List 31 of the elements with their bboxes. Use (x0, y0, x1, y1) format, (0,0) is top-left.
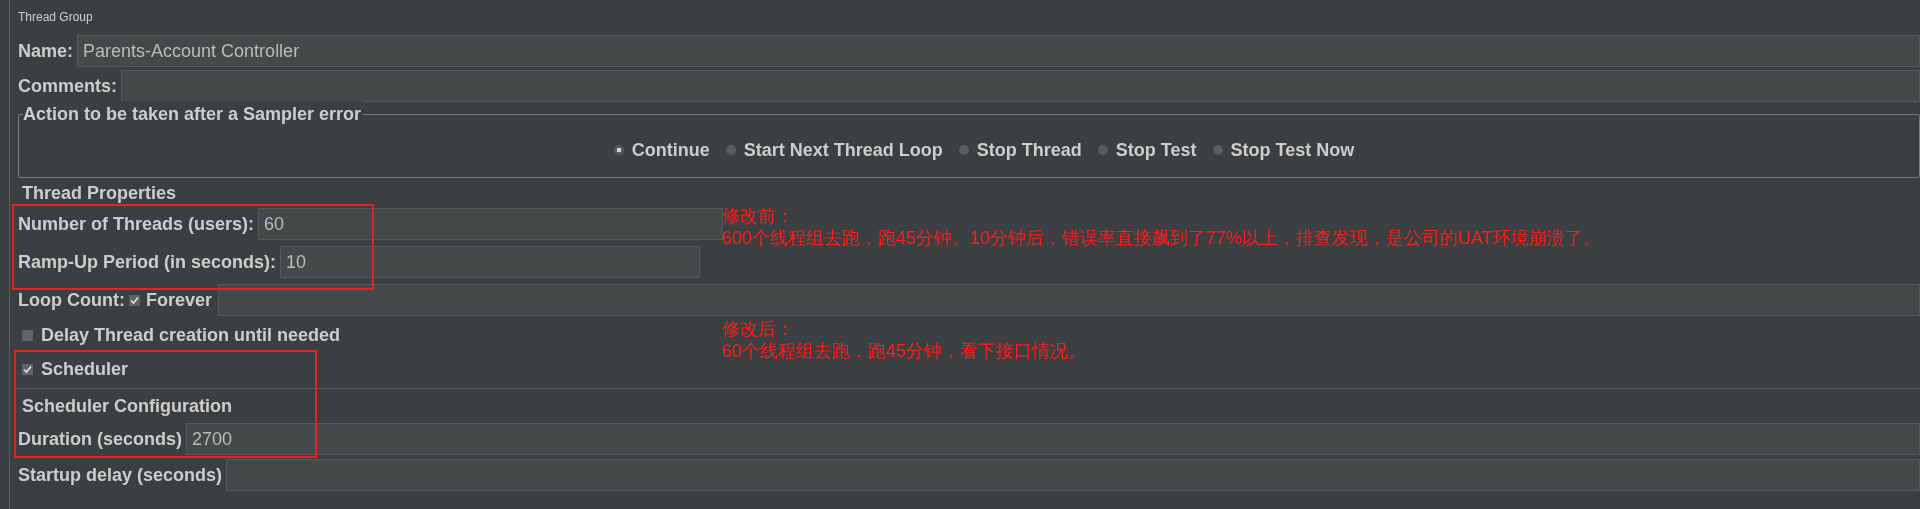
threads-label: Number of Threads (users): (17, 212, 256, 236)
radio-option[interactable]: Stop Test (1097, 136, 1197, 164)
ramp-up-field[interactable]: 10 (280, 246, 701, 278)
radio-option[interactable]: Stop Thread (958, 136, 1082, 164)
annotation-title: 修改后： (722, 318, 795, 340)
checkbox[interactable] (128, 294, 140, 306)
comments-field[interactable] (121, 70, 1920, 102)
comments-label: Comments: (17, 74, 118, 98)
radio-option[interactable]: Start Next Thread Loop (725, 136, 943, 164)
loop-count-field[interactable] (218, 284, 1920, 316)
checkbox[interactable] (22, 363, 33, 375)
duration-field[interactable]: 2700 (186, 423, 1920, 455)
delay-creation-checkbox[interactable]: Delay Thread creation until needed (22, 321, 341, 349)
forever-checkbox[interactable]: Forever (128, 286, 212, 314)
name-field[interactable]: Parents-Account Controller (77, 35, 1920, 67)
panel-title: Thread Group (17, 9, 94, 26)
checkbox[interactable] (22, 329, 33, 341)
loop-count-label: Loop Count: (17, 288, 126, 312)
section-heading: Thread Properties (22, 182, 177, 204)
scheduler-checkbox[interactable]: Scheduler (22, 355, 129, 383)
annotation-text: 60个线程组去跑，跑45分钟，看下接口情况。 (722, 340, 1087, 362)
startup-delay-field[interactable] (226, 459, 1920, 491)
section-heading: Scheduler Configuration (22, 395, 232, 417)
ramp-up-label: Ramp-Up Period (in seconds): (17, 250, 278, 274)
radio-option[interactable]: Stop Test Now (1212, 136, 1355, 164)
duration-label: Duration (seconds) (17, 427, 183, 451)
radio-option[interactable]: Continue (613, 136, 710, 164)
startup-delay-label: Startup delay (seconds) (17, 463, 224, 487)
annotation-title: 修改前： (722, 205, 795, 227)
name-label: Name: (17, 39, 75, 63)
annotation-text: 600个线程组去跑，跑45分钟。10分钟后，错误率直接飙到了77%以上，排查发现，是公司的UAT环境崩溃了。 (722, 227, 1601, 249)
